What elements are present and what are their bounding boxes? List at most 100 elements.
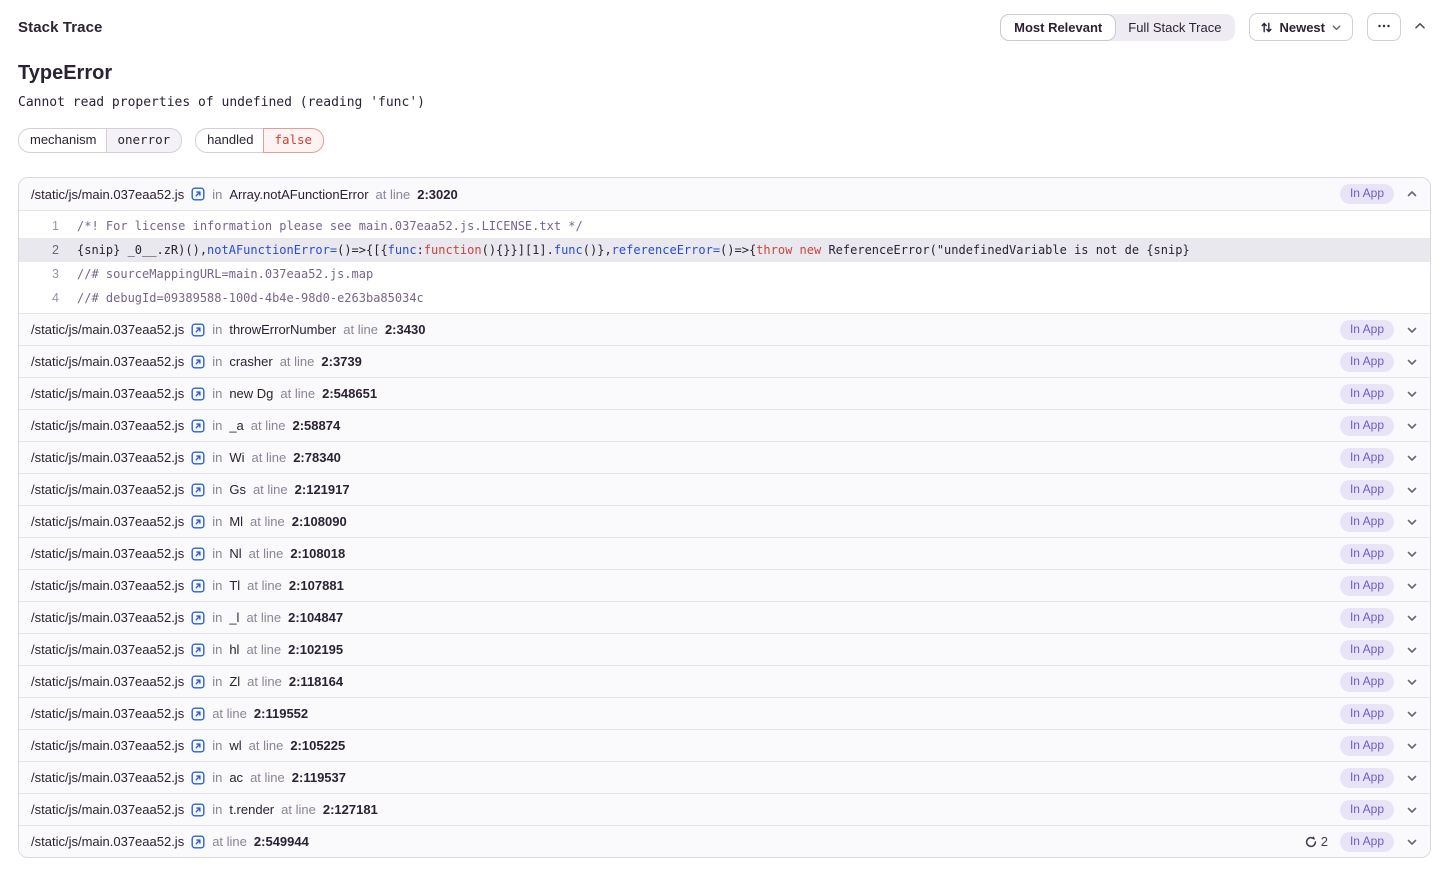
at-line-label: at line (280, 386, 315, 401)
stack-frame-row[interactable]: /static/js/main.037eaa52.js in hl at lin… (19, 633, 1430, 665)
in-app-badge: In App (1340, 640, 1394, 660)
tag-key: mechanism (18, 128, 106, 153)
frame-path: /static/js/main.037eaa52.js (31, 418, 184, 433)
code-line-source: {snip} _0__.zR)(),notAFunctionError=()=>… (77, 238, 1190, 262)
toggle-full-stack-trace[interactable]: Full Stack Trace (1115, 15, 1234, 40)
at-line-label: at line (246, 610, 281, 625)
stack-frame-row[interactable]: /static/js/main.037eaa52.js at line 2:11… (19, 697, 1430, 729)
frame-line-number: 2:102195 (288, 642, 343, 657)
external-link-icon[interactable] (191, 387, 205, 401)
at-line-label: at line (343, 322, 378, 337)
frame-chevron-icon[interactable] (1406, 772, 1418, 784)
frame-chevron-icon[interactable] (1406, 516, 1418, 528)
external-link-icon[interactable] (191, 483, 205, 497)
frame-chevron-icon[interactable] (1406, 548, 1418, 560)
frame-path: /static/js/main.037eaa52.js (31, 546, 184, 561)
in-app-badge: In App (1340, 544, 1394, 564)
in-label: in (212, 738, 222, 753)
external-link-icon[interactable] (191, 771, 205, 785)
frame-chevron-icon[interactable] (1406, 484, 1418, 496)
external-link-icon[interactable] (191, 355, 205, 369)
frame-chevron-icon[interactable] (1406, 324, 1418, 336)
in-label: in (212, 546, 222, 561)
frame-chevron-icon[interactable] (1406, 580, 1418, 592)
stack-frame-row[interactable]: /static/js/main.037eaa52.js at line 2:54… (19, 825, 1430, 857)
external-link-icon[interactable] (191, 675, 205, 689)
external-link-icon[interactable] (191, 187, 205, 201)
stack-frame-row[interactable]: /static/js/main.037eaa52.js in Wi at lin… (19, 441, 1430, 473)
stack-frame-row[interactable]: /static/js/main.037eaa52.js in Array.not… (19, 178, 1430, 210)
chevron-up-icon (1413, 19, 1427, 36)
frame-chevron-icon[interactable] (1406, 740, 1418, 752)
external-link-icon[interactable] (191, 643, 205, 657)
sort-newest-button[interactable]: Newest (1249, 13, 1353, 41)
in-app-badge: In App (1340, 672, 1394, 692)
error-message: Cannot read properties of undefined (rea… (18, 95, 1431, 110)
stack-frame-row[interactable]: /static/js/main.037eaa52.js in ac at lin… (19, 761, 1430, 793)
sort-arrows-icon (1260, 21, 1273, 34)
external-link-icon[interactable] (191, 515, 205, 529)
stack-frame-row[interactable]: /static/js/main.037eaa52.js in wl at lin… (19, 729, 1430, 761)
at-line-label: at line (212, 834, 247, 849)
frame-line-number: 2:127181 (323, 802, 378, 817)
in-app-badge: In App (1340, 576, 1394, 596)
at-line-label: at line (280, 354, 315, 369)
stack-frame-row[interactable]: /static/js/main.037eaa52.js in Gs at lin… (19, 473, 1430, 505)
stack-frame-row[interactable]: /static/js/main.037eaa52.js in Nl at lin… (19, 537, 1430, 569)
source-code-block: 1 /*! For license information please see… (19, 210, 1430, 313)
in-label: in (212, 187, 222, 202)
code-line-source: //# debugId=09389588-100d-4b4e-98d0-e263… (77, 286, 424, 310)
frame-chevron-icon[interactable] (1406, 452, 1418, 464)
frame-chevron-icon[interactable] (1406, 356, 1418, 368)
collapse-section-button[interactable] (1409, 15, 1431, 40)
frame-chevron-icon[interactable] (1406, 420, 1418, 432)
at-line-label: at line (250, 514, 285, 529)
at-line-label: at line (246, 642, 281, 657)
frame-chevron-icon[interactable] (1406, 708, 1418, 720)
toggle-most-relevant[interactable]: Most Relevant (1001, 15, 1115, 40)
external-link-icon[interactable] (191, 547, 205, 561)
more-options-button[interactable] (1367, 13, 1401, 41)
in-app-badge: In App (1340, 184, 1394, 204)
frame-function: _a (229, 418, 243, 433)
frame-function: hl (229, 642, 239, 657)
frame-line-number: 2:3430 (385, 322, 425, 337)
at-line-label: at line (247, 674, 282, 689)
frame-chevron-icon[interactable] (1406, 188, 1418, 200)
stack-frame-row[interactable]: /static/js/main.037eaa52.js in Zl at lin… (19, 665, 1430, 697)
frame-path: /static/js/main.037eaa52.js (31, 610, 184, 625)
stack-frame-row[interactable]: /static/js/main.037eaa52.js in t.render … (19, 793, 1430, 825)
external-link-icon[interactable] (191, 323, 205, 337)
frame-chevron-icon[interactable] (1406, 388, 1418, 400)
external-link-icon[interactable] (191, 419, 205, 433)
external-link-icon[interactable] (191, 611, 205, 625)
external-link-icon[interactable] (191, 451, 205, 465)
external-link-icon[interactable] (191, 803, 205, 817)
stack-frame-row[interactable]: /static/js/main.037eaa52.js in Ml at lin… (19, 505, 1430, 537)
external-link-icon[interactable] (191, 739, 205, 753)
frame-chevron-icon[interactable] (1406, 612, 1418, 624)
in-label: in (212, 642, 222, 657)
at-line-label: at line (252, 450, 287, 465)
stack-frame-row[interactable]: /static/js/main.037eaa52.js in throwErro… (19, 313, 1430, 345)
frame-line-number: 2:118164 (289, 674, 343, 689)
stack-frames-list: /static/js/main.037eaa52.js in Array.not… (18, 177, 1431, 858)
stack-frame-row[interactable]: /static/js/main.037eaa52.js in Tl at lin… (19, 569, 1430, 601)
stack-frame-row[interactable]: /static/js/main.037eaa52.js in new Dg at… (19, 377, 1430, 409)
frame-chevron-icon[interactable] (1406, 836, 1418, 848)
in-app-badge: In App (1340, 352, 1394, 372)
frame-function: Zl (229, 674, 240, 689)
external-link-icon[interactable] (191, 707, 205, 721)
at-line-label: at line (251, 418, 286, 433)
frame-line-number: 2:3020 (417, 187, 457, 202)
external-link-icon[interactable] (191, 579, 205, 593)
frame-line-number: 2:119537 (292, 770, 346, 785)
stack-frame-row[interactable]: /static/js/main.037eaa52.js in crasher a… (19, 345, 1430, 377)
stack-frame-row[interactable]: /static/js/main.037eaa52.js in _l at lin… (19, 601, 1430, 633)
in-app-badge: In App (1340, 512, 1394, 532)
external-link-icon[interactable] (191, 835, 205, 849)
stack-frame-row[interactable]: /static/js/main.037eaa52.js in _a at lin… (19, 409, 1430, 441)
frame-chevron-icon[interactable] (1406, 644, 1418, 656)
frame-chevron-icon[interactable] (1406, 676, 1418, 688)
frame-chevron-icon[interactable] (1406, 804, 1418, 816)
